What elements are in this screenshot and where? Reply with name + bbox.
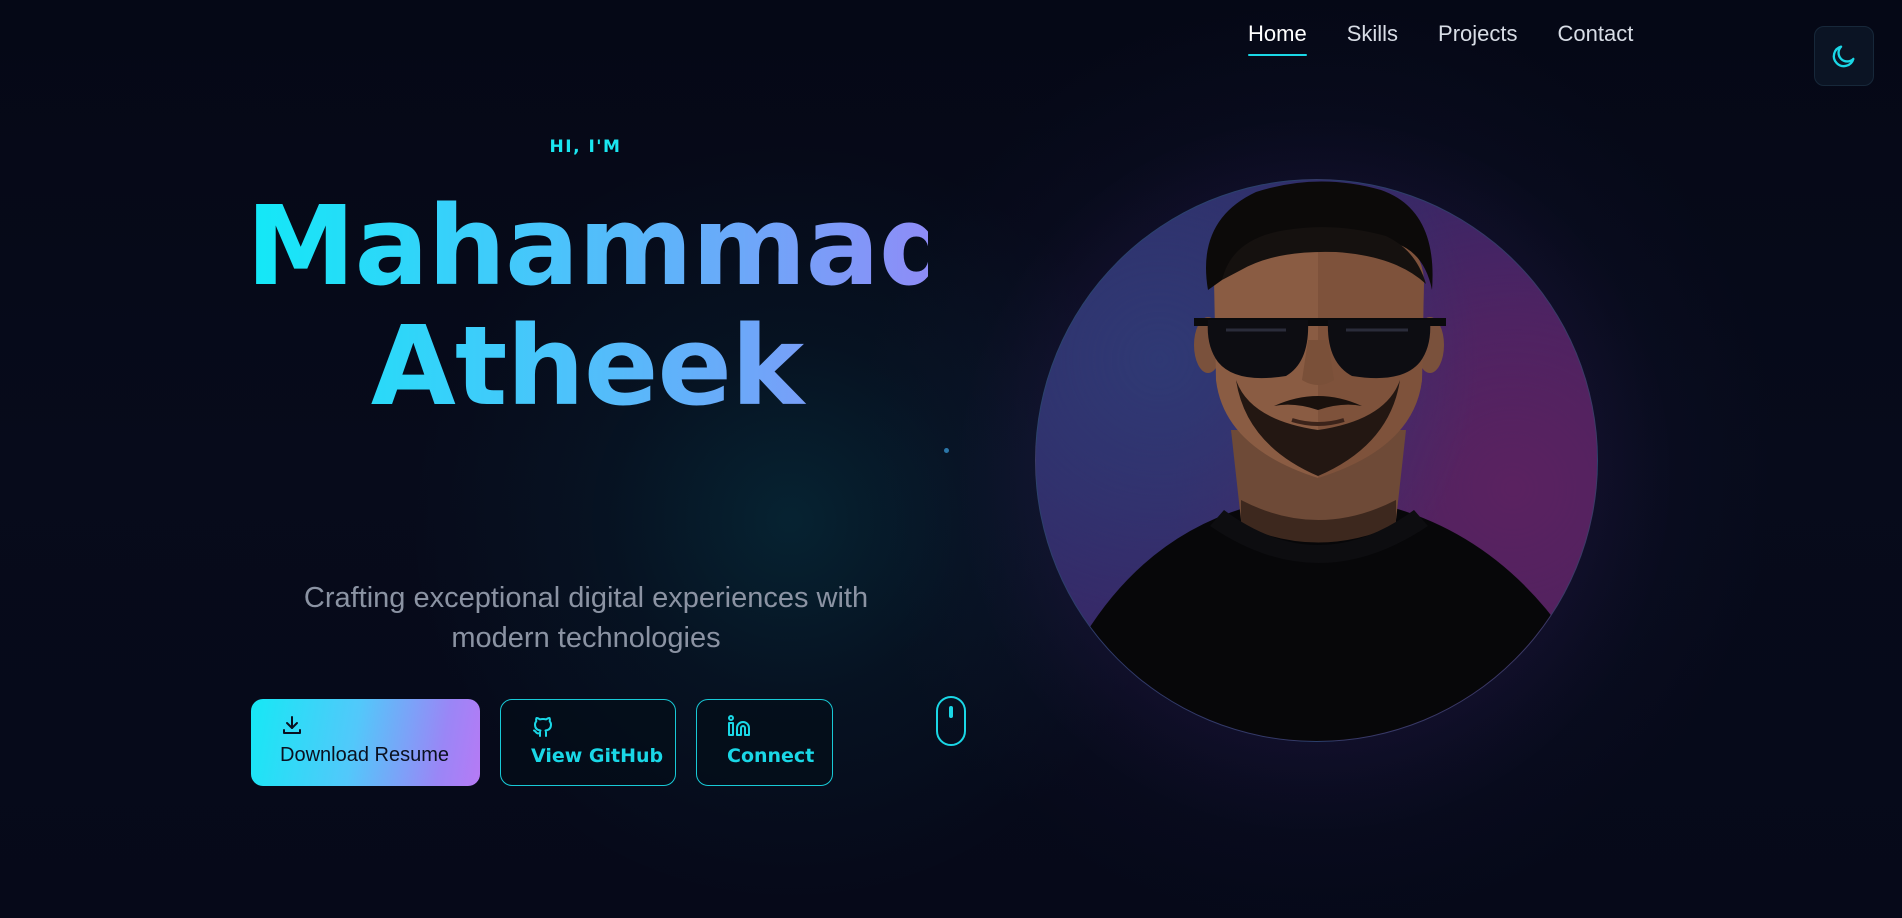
main-navigation: Home Skills Projects Contact <box>1248 20 1673 56</box>
theme-toggle-button[interactable] <box>1814 26 1874 86</box>
linkedin-icon <box>727 714 832 740</box>
connect-label: Connect <box>727 745 815 767</box>
view-github-button[interactable]: View GitHub <box>500 699 676 786</box>
profile-photo-illustration <box>1036 181 1597 741</box>
view-github-label: View GitHub <box>531 745 664 767</box>
connect-linkedin-button[interactable]: Connect <box>696 699 833 786</box>
nav-skills[interactable]: Skills <box>1347 20 1398 48</box>
portfolio-hero-page: Home Skills Projects Contact HI, I'M Mah… <box>0 0 1902 918</box>
nav-contact[interactable]: Contact <box>1558 20 1634 48</box>
hero-tagline: Crafting exceptional digital experiences… <box>246 578 926 658</box>
download-resume-button[interactable]: Download Resume <box>251 699 480 786</box>
tagline-line-2: modern technologies <box>451 622 721 654</box>
nav-home[interactable]: Home <box>1248 20 1307 56</box>
hero-name-first: Mahammad <box>246 182 957 310</box>
mouse-wheel <box>949 706 953 718</box>
download-icon <box>280 713 480 739</box>
hero-eyebrow: HI, I'M <box>549 137 622 157</box>
mouse-scroll-icon[interactable] <box>936 696 966 746</box>
moon-icon <box>1832 45 1855 68</box>
tagline-line-1: Crafting exceptional digital experiences… <box>303 582 869 614</box>
github-icon <box>531 714 675 740</box>
download-resume-label: Download Resume <box>280 744 449 766</box>
hero-name-last: Atheek <box>246 306 928 426</box>
nav-projects[interactable]: Projects <box>1438 20 1517 48</box>
profile-photo <box>1035 179 1598 742</box>
decorative-dot <box>944 448 949 453</box>
